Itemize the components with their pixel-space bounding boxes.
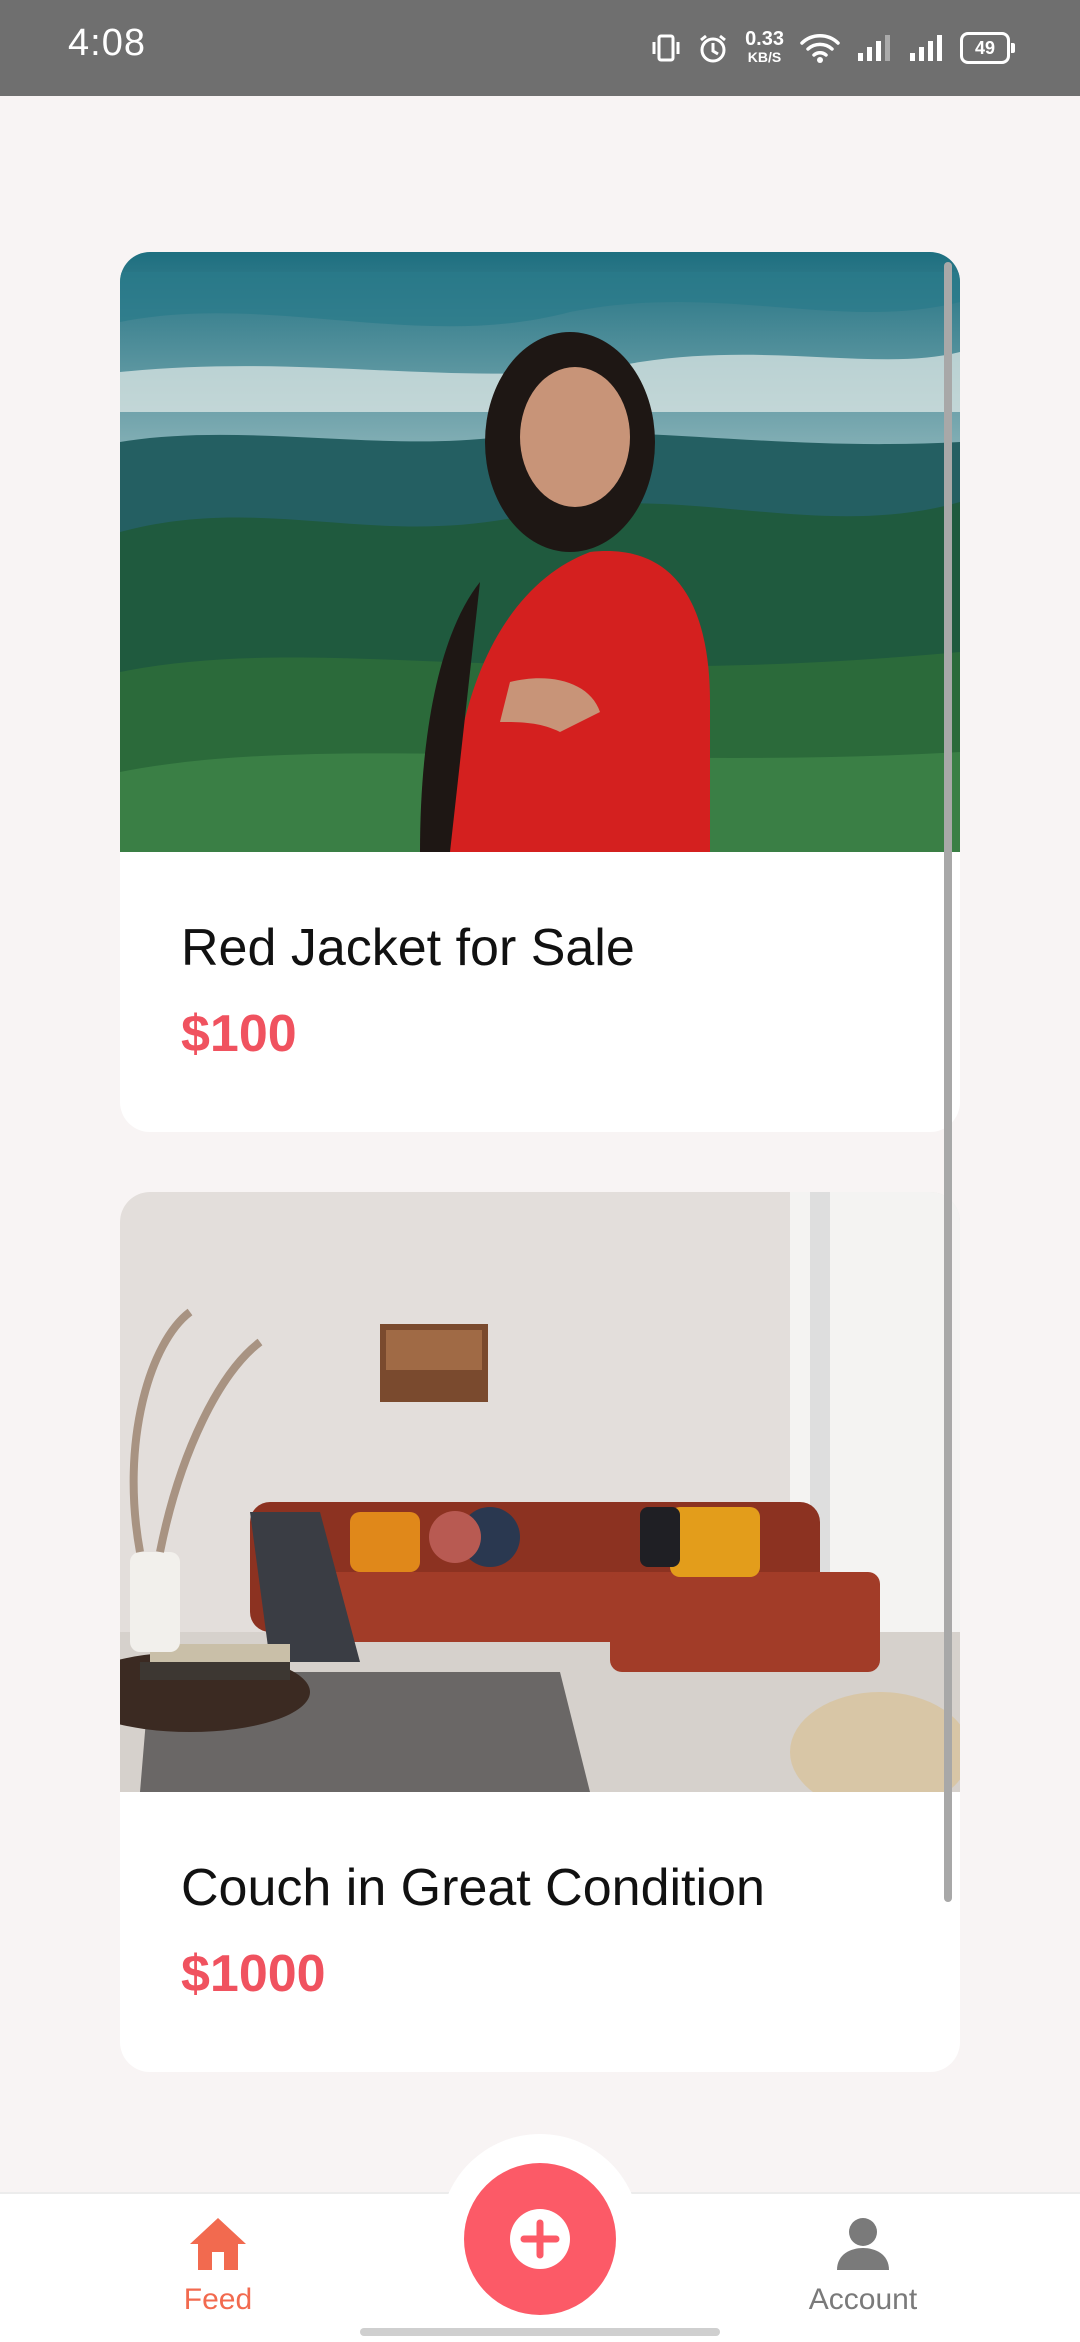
home-icon bbox=[190, 2218, 246, 2270]
nav-feed[interactable]: Feed bbox=[118, 2214, 318, 2317]
listing-title: Couch in Great Condition bbox=[181, 1859, 765, 1917]
nav-account-label: Account bbox=[808, 2283, 918, 2316]
alarm-icon bbox=[700, 34, 726, 63]
listing-image[interactable] bbox=[120, 252, 960, 852]
wifi-icon bbox=[800, 34, 840, 63]
scrollbar[interactable] bbox=[944, 262, 952, 1902]
vibrate-icon bbox=[652, 34, 680, 62]
listing-price: $1000 bbox=[181, 1945, 326, 2003]
listing-image[interactable] bbox=[120, 1192, 960, 1792]
signal-icon-2 bbox=[910, 35, 942, 61]
status-icons: 0.33 KB/S 49 bbox=[651, 26, 1015, 70]
battery-icon: 49 bbox=[960, 32, 1015, 64]
signal-icon bbox=[858, 35, 890, 61]
account-icon bbox=[837, 2218, 889, 2270]
home-indicator[interactable] bbox=[360, 2328, 720, 2336]
listing-card[interactable]: Red Jacket for Sale $100 bbox=[120, 252, 960, 1132]
nav-feed-label: Feed bbox=[183, 2283, 253, 2316]
status-time: 4:08 bbox=[68, 22, 146, 64]
status-bar: 4:08 0.33 KB/S 49 bbox=[0, 0, 1080, 96]
listing-card[interactable]: Couch in Great Condition $1000 bbox=[120, 1192, 960, 2072]
nav-account[interactable]: Account bbox=[763, 2214, 963, 2317]
add-listing-button[interactable] bbox=[464, 2163, 616, 2315]
plus-circle-icon bbox=[510, 2209, 570, 2269]
listing-title: Red Jacket for Sale bbox=[181, 919, 635, 977]
listing-price: $100 bbox=[181, 1005, 297, 1063]
network-speed: 0.33 KB/S bbox=[745, 28, 784, 65]
